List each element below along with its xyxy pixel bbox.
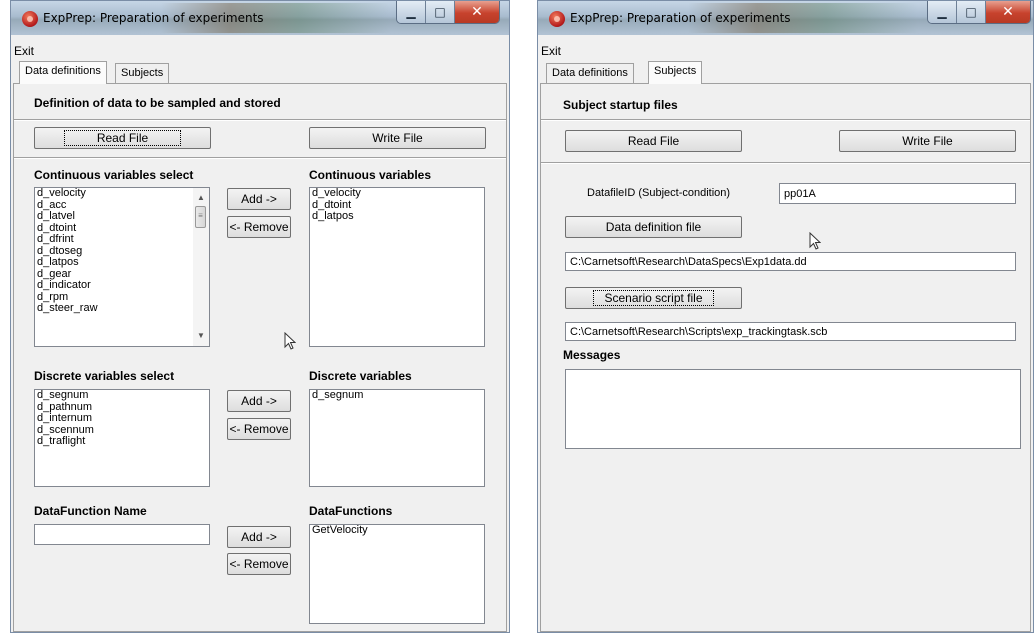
list-item[interactable]: d_velocity [310, 188, 484, 200]
tab-subjects[interactable]: Subjects [648, 61, 703, 84]
messages-box[interactable] [565, 369, 1021, 449]
title-bar[interactable]: ExpPrep: Preparation of experiments ▁ □ … [538, 1, 1033, 35]
divider [541, 119, 1030, 121]
list-item[interactable]: d_indicator [35, 279, 209, 292]
tab-data-definitions[interactable]: Data definitions [19, 61, 107, 84]
divider [541, 162, 1030, 164]
discrete-select-items: d_segnum d_pathnum d_internum d_scennum d_tr… [35, 390, 209, 448]
datafunction-name-title: DataFunction Name [34, 504, 147, 518]
window-title: ExpPrep: Preparation of experiments [43, 11, 264, 25]
data-definitions-window: ExpPrep: Preparation of experiments ▁ □ … [10, 0, 510, 633]
list-item[interactable]: d_segnum [35, 390, 209, 402]
maximize-button[interactable]: □ [426, 1, 455, 23]
list-item[interactable]: d_latpos [35, 256, 209, 269]
remove-discrete-button[interactable]: <- Remove [227, 418, 291, 440]
tab-subjects[interactable]: Subjects [115, 63, 170, 83]
read-file-label: Read File [63, 130, 182, 146]
read-file-button[interactable]: Read File [565, 130, 742, 152]
list-item[interactable]: d_dfrint [35, 233, 209, 246]
list-item[interactable]: d_internum [35, 412, 209, 425]
close-button[interactable]: ✕ [455, 1, 499, 23]
minimize-button[interactable]: ▁ [928, 1, 957, 23]
scroll-down-icon[interactable]: ▼ [193, 329, 209, 343]
remove-datafunction-button[interactable]: <- Remove [227, 553, 291, 575]
title-bar[interactable]: ExpPrep: Preparation of experiments ▁ □ … [11, 1, 509, 35]
datafunctions-list[interactable]: GetVelocity [309, 524, 485, 624]
close-button[interactable]: ✕ [986, 1, 1030, 23]
mouse-cursor-icon [284, 332, 296, 350]
data-definition-file-button[interactable]: Data definition file [565, 216, 742, 238]
data-definition-path-field[interactable]: C:\Carnetsoft\Research\DataSpecs\Exp1dat… [565, 252, 1016, 271]
continuous-select-items: d_velocity d_acc d_latvel d_dtoint d_dfrint d… [35, 188, 209, 315]
menu-exit[interactable]: Exit [541, 44, 561, 58]
continuous-select-list[interactable]: d_velocity d_acc d_latvel d_dtoint d_dfrint d… [34, 187, 210, 347]
window-controls: ▁ □ ✕ [396, 1, 500, 24]
scenario-script-file-label: Scenario script file [593, 290, 714, 306]
add-datafunction-button[interactable]: Add -> [227, 526, 291, 548]
section-heading: Definition of data to be sampled and sto… [34, 96, 281, 110]
menu-bar: Exit [11, 43, 509, 59]
datafile-id-input[interactable]: pp01A [779, 183, 1016, 204]
list-item[interactable]: GetVelocity [310, 525, 484, 537]
write-file-button[interactable]: Write File [839, 130, 1016, 152]
continuous-variables-items: d_velocity d_dtoint d_latpos [310, 188, 484, 223]
maximize-button[interactable]: □ [957, 1, 986, 23]
tab-data-definitions[interactable]: Data definitions [546, 63, 634, 83]
list-item[interactable]: d_segnum [310, 390, 484, 402]
datafunctions-title: DataFunctions [309, 504, 393, 518]
scroll-up-icon[interactable]: ▲ [193, 191, 209, 205]
discrete-variables-list[interactable]: d_segnum [309, 389, 485, 487]
app-icon [22, 11, 38, 27]
mouse-cursor-icon [809, 232, 821, 250]
window-title: ExpPrep: Preparation of experiments [570, 11, 791, 25]
scenario-script-file-button[interactable]: Scenario script file [565, 287, 742, 309]
continuous-variables-list[interactable]: d_velocity d_dtoint d_latpos [309, 187, 485, 347]
add-continuous-button[interactable]: Add -> [227, 188, 291, 210]
continuous-select-title: Continuous variables select [34, 168, 194, 182]
list-item[interactable]: d_steer_raw [35, 302, 209, 315]
scroll-thumb[interactable]: ≡ [195, 206, 206, 228]
list-item[interactable]: d_velocity [35, 188, 209, 200]
app-icon [549, 11, 565, 27]
discrete-variables-items: d_segnum [310, 390, 484, 402]
discrete-variables-title: Discrete variables [309, 369, 412, 383]
menu-exit[interactable]: Exit [14, 44, 34, 58]
continuous-select-scrollbar[interactable]: ▲ ≡ ▼ [193, 188, 209, 346]
messages-title: Messages [563, 348, 621, 362]
continuous-variables-title: Continuous variables [309, 168, 432, 182]
list-item[interactable]: d_latpos [310, 210, 484, 223]
write-file-button[interactable]: Write File [309, 127, 486, 149]
discrete-select-title: Discrete variables select [34, 369, 175, 383]
list-item[interactable]: d_traflight [35, 435, 209, 448]
read-file-button[interactable]: Read File [34, 127, 211, 149]
tab-panel-data-definitions: Definition of data to be sampled and sto… [13, 83, 507, 632]
tab-panel-subjects: Subject startup files Read File Write Fi… [540, 83, 1031, 632]
datafunctions-items: GetVelocity [310, 525, 484, 537]
add-discrete-button[interactable]: Add -> [227, 390, 291, 412]
divider [14, 119, 506, 121]
discrete-select-list[interactable]: d_segnum d_pathnum d_internum d_scennum d_tr… [34, 389, 210, 487]
menu-bar: Exit [538, 43, 1033, 59]
datafile-id-label: DatafileID (Subject-condition) [587, 187, 731, 199]
minimize-button[interactable]: ▁ [397, 1, 426, 23]
window-controls: ▁ □ ✕ [927, 1, 1031, 24]
list-item[interactable]: d_latvel [35, 210, 209, 223]
subjects-window: ExpPrep: Preparation of experiments ▁ □ … [537, 0, 1034, 633]
section-heading: Subject startup files [563, 98, 678, 112]
datafunction-name-input[interactable] [34, 524, 210, 545]
remove-continuous-button[interactable]: <- Remove [227, 216, 291, 238]
divider [14, 157, 506, 159]
scenario-path-field[interactable]: C:\Carnetsoft\Research\Scripts\exp_track… [565, 322, 1016, 341]
